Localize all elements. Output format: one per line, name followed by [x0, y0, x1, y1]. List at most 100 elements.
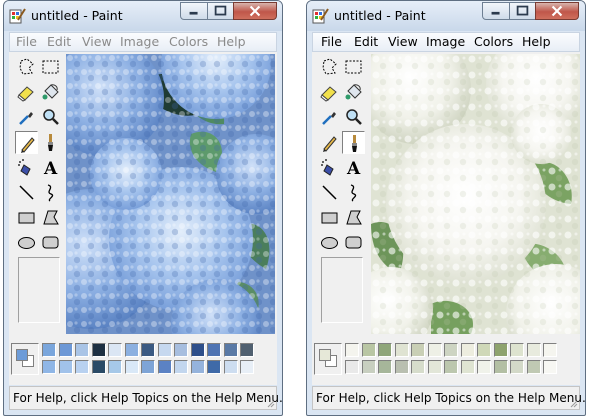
- ellipse-tool[interactable]: [15, 231, 38, 254]
- palette-color-swatch[interactable]: [75, 343, 89, 357]
- palette-color-swatch[interactable]: [444, 343, 458, 357]
- polygon-tool[interactable]: [39, 206, 62, 229]
- current-colors-box[interactable]: [11, 343, 39, 375]
- resize-grip-icon[interactable]: [568, 398, 578, 408]
- palette-color-swatch[interactable]: [493, 360, 508, 374]
- palette-color-swatch[interactable]: [460, 360, 475, 374]
- maximize-button[interactable]: [207, 2, 234, 20]
- palette-color-swatch[interactable]: [477, 360, 491, 374]
- drawing-canvas[interactable]: [371, 54, 580, 334]
- pencil-tool[interactable]: [15, 131, 38, 154]
- palette-color-swatch[interactable]: [526, 360, 541, 374]
- palette-color-swatch[interactable]: [526, 343, 541, 357]
- palette-color-swatch[interactable]: [124, 360, 139, 374]
- foreground-color-swatch[interactable]: [319, 349, 331, 361]
- menu-colors[interactable]: Colors: [474, 34, 513, 49]
- free-select-tool[interactable]: [318, 56, 341, 79]
- pencil-tool[interactable]: [318, 131, 341, 154]
- curve-tool[interactable]: [39, 181, 62, 204]
- line-tool[interactable]: [318, 181, 341, 204]
- line-tool[interactable]: [15, 181, 38, 204]
- color-picker-tool[interactable]: [15, 106, 38, 129]
- palette-color-swatch[interactable]: [58, 360, 73, 374]
- drawing-canvas[interactable]: [66, 54, 275, 334]
- menu-file[interactable]: File: [16, 34, 37, 49]
- palette-color-swatch[interactable]: [394, 360, 409, 374]
- palette-color-swatch[interactable]: [411, 343, 425, 357]
- palette-color-swatch[interactable]: [510, 360, 524, 374]
- palette-color-swatch[interactable]: [223, 343, 238, 357]
- rect-select-tool[interactable]: [39, 56, 62, 79]
- maximize-button[interactable]: [509, 2, 536, 20]
- palette-color-swatch[interactable]: [58, 343, 73, 357]
- palette-color-swatch[interactable]: [174, 343, 188, 357]
- free-select-tool[interactable]: [15, 56, 38, 79]
- minimize-button[interactable]: [180, 2, 208, 20]
- palette-color-swatch[interactable]: [477, 343, 491, 357]
- palette-color-swatch[interactable]: [207, 360, 221, 374]
- rect-select-tool[interactable]: [342, 56, 365, 79]
- palette-color-swatch[interactable]: [91, 360, 106, 374]
- palette-color-swatch[interactable]: [157, 343, 172, 357]
- palette-color-swatch[interactable]: [124, 343, 139, 357]
- palette-color-swatch[interactable]: [108, 343, 122, 357]
- tool-options-box[interactable]: [18, 257, 60, 323]
- palette-color-swatch[interactable]: [141, 360, 155, 374]
- palette-color-swatch[interactable]: [345, 343, 359, 357]
- color-picker-tool[interactable]: [318, 106, 341, 129]
- palette-color-swatch[interactable]: [394, 343, 409, 357]
- palette-color-swatch[interactable]: [190, 343, 205, 357]
- text-tool[interactable]: A: [39, 156, 62, 179]
- palette-color-swatch[interactable]: [174, 360, 188, 374]
- palette-color-swatch[interactable]: [427, 343, 442, 357]
- brush-tool[interactable]: [39, 131, 62, 154]
- magnifier-tool[interactable]: [342, 106, 365, 129]
- close-button[interactable]: [233, 2, 277, 20]
- palette-color-swatch[interactable]: [75, 360, 89, 374]
- palette-color-swatch[interactable]: [510, 343, 524, 357]
- current-colors-box[interactable]: [314, 343, 342, 375]
- palette-color-swatch[interactable]: [42, 360, 56, 374]
- menu-file[interactable]: File: [321, 34, 342, 49]
- curve-tool[interactable]: [342, 181, 365, 204]
- menu-view[interactable]: View: [388, 34, 418, 49]
- rectangle-tool[interactable]: [318, 206, 341, 229]
- title-bar[interactable]: untitled - Paint: [307, 1, 585, 31]
- palette-color-swatch[interactable]: [411, 360, 425, 374]
- palette-color-swatch[interactable]: [543, 343, 557, 357]
- ellipse-tool[interactable]: [318, 231, 341, 254]
- menu-view[interactable]: View: [82, 34, 112, 49]
- menu-help[interactable]: Help: [217, 34, 246, 49]
- palette-color-swatch[interactable]: [207, 343, 221, 357]
- palette-color-swatch[interactable]: [223, 360, 238, 374]
- palette-color-swatch[interactable]: [190, 360, 205, 374]
- close-button[interactable]: [535, 2, 579, 20]
- palette-color-swatch[interactable]: [444, 360, 458, 374]
- palette-color-swatch[interactable]: [361, 343, 376, 357]
- palette-color-swatch[interactable]: [42, 343, 56, 357]
- menu-colors[interactable]: Colors: [169, 34, 208, 49]
- eraser-tool[interactable]: [15, 81, 38, 104]
- fill-tool[interactable]: [342, 81, 365, 104]
- polygon-tool[interactable]: [342, 206, 365, 229]
- menu-image[interactable]: Image: [426, 34, 465, 49]
- palette-color-swatch[interactable]: [378, 343, 392, 357]
- airbrush-tool[interactable]: [318, 156, 341, 179]
- rectangle-tool[interactable]: [15, 206, 38, 229]
- palette-color-swatch[interactable]: [361, 360, 376, 374]
- minimize-button[interactable]: [482, 2, 510, 20]
- palette-color-swatch[interactable]: [141, 343, 155, 357]
- fill-tool[interactable]: [39, 81, 62, 104]
- menu-image[interactable]: Image: [120, 34, 159, 49]
- palette-color-swatch[interactable]: [427, 360, 442, 374]
- palette-color-swatch[interactable]: [493, 343, 508, 357]
- palette-color-swatch[interactable]: [108, 360, 122, 374]
- rounded-rectangle-tool[interactable]: [342, 231, 365, 254]
- menu-edit[interactable]: Edit: [354, 34, 378, 49]
- palette-color-swatch[interactable]: [240, 360, 254, 374]
- tool-options-box[interactable]: [321, 257, 363, 323]
- magnifier-tool[interactable]: [39, 106, 62, 129]
- rounded-rectangle-tool[interactable]: [39, 231, 62, 254]
- resize-grip-icon[interactable]: [265, 398, 275, 408]
- menu-help[interactable]: Help: [522, 34, 551, 49]
